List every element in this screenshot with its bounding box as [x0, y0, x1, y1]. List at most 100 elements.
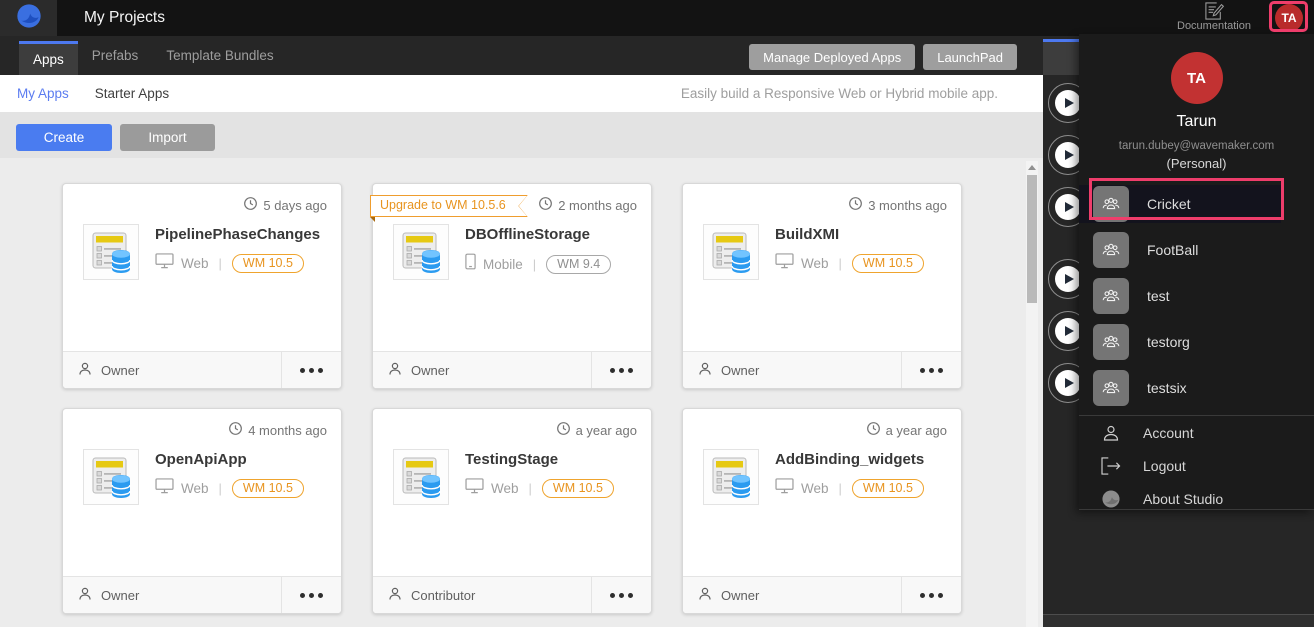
version-badge: WM 10.5 [231, 479, 304, 498]
card-options-button[interactable] [281, 577, 341, 613]
import-button[interactable]: Import [120, 124, 215, 151]
project-footer: Owner [373, 351, 651, 388]
project-card[interactable]: a year ago TestingStage Web | WM 10.5 Contrib… [372, 408, 652, 614]
app-icon [83, 224, 139, 280]
project-footer: Owner [63, 351, 341, 388]
upgrade-banner[interactable]: Upgrade to WM 10.5.6 [370, 195, 528, 222]
card-options-button[interactable] [591, 577, 651, 613]
card-options-button[interactable] [901, 352, 961, 388]
main-tabbar: Apps Prefabs Template Bundles Manage Dep… [0, 36, 1043, 75]
role-label: Owner [721, 587, 760, 603]
card-meta: Web | WM 10.5 [775, 478, 924, 499]
role-label: Owner [101, 587, 140, 603]
play-icon [1055, 90, 1081, 116]
subnav-starter-apps[interactable]: Starter Apps [95, 86, 169, 101]
scrollbar-up-arrow-icon[interactable] [1028, 165, 1036, 170]
user-icon [1099, 423, 1123, 443]
project-age: 4 months ago [228, 421, 327, 439]
project-card[interactable]: 5 days ago PipelinePhaseChanges Web | WM 10.… [62, 183, 342, 389]
org-label: testsix [1147, 380, 1187, 396]
project-card[interactable]: a year ago AddBinding_widgets Web | WM 10.5 O… [682, 408, 962, 614]
menu-actions: Account Logout About Studio [1079, 416, 1314, 515]
content-scrollbar[interactable] [1026, 161, 1038, 627]
org-label: test [1147, 288, 1170, 304]
user-scope: (Personal) [1166, 156, 1227, 171]
person-icon [77, 586, 93, 605]
app-icon [703, 449, 759, 505]
clock-icon [243, 196, 258, 214]
clock-icon [556, 421, 571, 439]
web-monitor-icon [155, 478, 174, 499]
age-label: a year ago [885, 422, 947, 438]
meta-separator: | [218, 256, 222, 271]
project-footer: Owner [683, 576, 961, 613]
tab-apps[interactable]: Apps [19, 41, 78, 75]
card-main: BuildXMI Web | WM 10.5 [703, 224, 924, 280]
menu-action-logout[interactable]: Logout [1079, 449, 1314, 482]
person-icon [387, 361, 403, 380]
card-main: AddBinding_widgets Web | WM 10.5 [703, 449, 924, 505]
manage-deployed-apps-button[interactable]: Manage Deployed Apps [749, 44, 916, 70]
subnav-my-apps[interactable]: My Apps [17, 86, 69, 101]
documentation-icon [1166, 2, 1262, 20]
projects-grid: 5 days ago PipelinePhaseChanges Web | WM 10.… [62, 183, 962, 614]
project-card[interactable]: 3 months ago BuildXMI Web | WM 10.5 Owner [682, 183, 962, 389]
menu-action-about-studio[interactable]: About Studio [1079, 482, 1314, 515]
card-info: AddBinding_widgets Web | WM 10.5 [775, 449, 924, 505]
user-avatar-button[interactable]: TA [1275, 4, 1303, 32]
launchpad-button[interactable]: LaunchPad [923, 44, 1017, 70]
organization-group-icon [1093, 370, 1129, 406]
tab-template-bundles[interactable]: Template Bundles [152, 36, 287, 75]
wavemaker-logo-icon [15, 2, 43, 35]
user-dropdown-menu: TA Tarun tarun.dubey@wavemaker.com (Pers… [1079, 34, 1314, 510]
project-name: PipelinePhaseChanges [155, 226, 321, 243]
platform-label: Mobile [483, 256, 523, 272]
web-monitor-icon [155, 253, 174, 274]
card-meta: Web | WM 10.5 [155, 253, 320, 274]
card-info: PipelinePhaseChanges Web | WM 10.5 [155, 224, 320, 280]
project-role: Owner [683, 577, 901, 613]
org-item-football[interactable]: FootBall [1079, 231, 1281, 269]
scrollbar-thumb[interactable] [1027, 175, 1037, 303]
card-main: PipelinePhaseChanges Web | WM 10.5 [83, 224, 320, 280]
project-name: BuildXMI [775, 226, 840, 243]
user-name: Tarun [1176, 113, 1217, 130]
version-badge: WM 10.5 [851, 479, 924, 498]
project-role: Contributor [373, 577, 591, 613]
play-icon [1055, 370, 1081, 396]
org-item-testsix[interactable]: testsix [1079, 369, 1281, 407]
tab-prefabs[interactable]: Prefabs [78, 36, 153, 75]
card-options-button[interactable] [591, 352, 651, 388]
logout-icon [1099, 456, 1123, 475]
create-button[interactable]: Create [16, 124, 112, 151]
card-options-button[interactable] [901, 577, 961, 613]
org-label: testorg [1147, 334, 1190, 350]
apps-toolbar: Create Import [0, 112, 1043, 158]
clock-icon [866, 421, 881, 439]
project-card[interactable]: 4 months ago OpenApiApp Web | WM 10.5 Owner [62, 408, 342, 614]
project-card[interactable]: Upgrade to WM 10.5.6 2 months ago DBOfflin… [370, 183, 652, 389]
card-info: DBOfflineStorage Mobile | WM 9.4 [465, 224, 612, 280]
org-label: FootBall [1147, 242, 1199, 258]
project-age: 3 months ago [848, 196, 947, 214]
card-options-button[interactable] [281, 352, 341, 388]
org-item-test[interactable]: test [1079, 277, 1281, 315]
org-item-testorg[interactable]: testorg [1079, 323, 1281, 361]
wavemaker-logo-tile[interactable] [0, 0, 57, 36]
age-label: a year ago [575, 422, 637, 438]
person-icon [697, 361, 713, 380]
org-item-cricket[interactable]: Cricket [1079, 185, 1281, 223]
project-name: AddBinding_widgets [775, 451, 925, 468]
version-badge: WM 9.4 [546, 254, 612, 274]
clock-icon [228, 421, 243, 439]
project-age: a year ago [556, 421, 637, 439]
platform-label: Web [181, 481, 209, 496]
project-role: Owner [63, 352, 281, 388]
person-icon [697, 586, 713, 605]
documentation-link[interactable]: Documentation [1166, 1, 1262, 32]
card-meta: Mobile | WM 9.4 [465, 253, 612, 275]
card-meta: Web | WM 10.5 [465, 478, 614, 499]
play-icon [1055, 318, 1081, 344]
menu-action-account[interactable]: Account [1079, 416, 1314, 449]
clock-icon [848, 196, 863, 214]
